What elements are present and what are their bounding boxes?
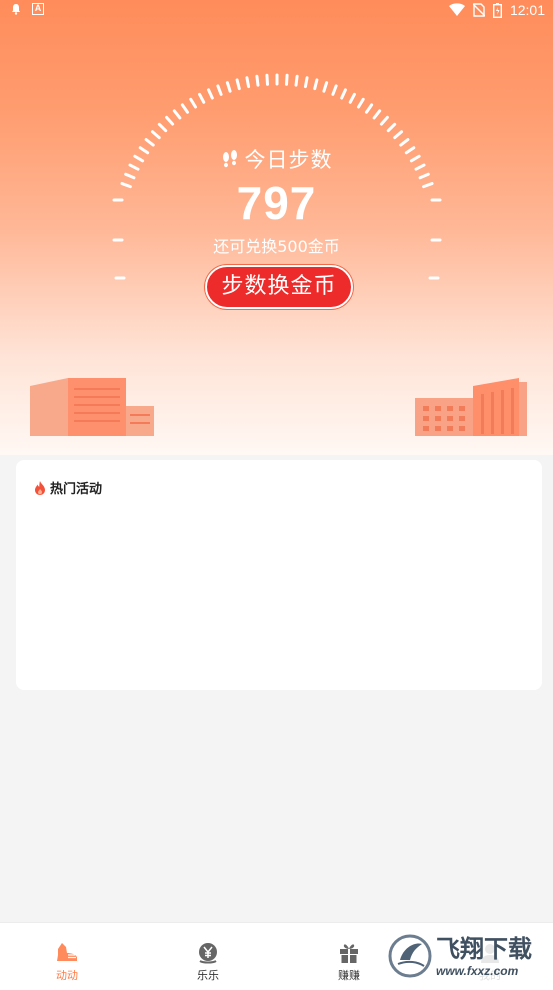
coins-available-text: 还可兑换500金币 <box>213 237 340 256</box>
hot-activities-header: 热门活动 <box>34 478 102 497</box>
svg-text:飞翔下载: 飞翔下载 <box>436 935 532 963</box>
dial-tick <box>348 92 356 104</box>
watermark-logo: 飞翔下载 www.fxxz.com <box>388 930 548 982</box>
dial-tick <box>235 78 241 91</box>
dial-tick <box>357 97 365 109</box>
dial-tick <box>313 78 319 91</box>
building-right-illustration <box>415 378 527 436</box>
footprints-icon <box>222 150 237 168</box>
dial-tick <box>225 81 232 93</box>
tab-zhuanzhuan[interactable]: 赚赚 <box>299 923 399 990</box>
dial-tick <box>207 88 214 100</box>
gift-icon <box>340 944 358 963</box>
dial-tick <box>172 109 182 120</box>
dial-tick <box>303 76 309 89</box>
dial-tick <box>386 122 397 133</box>
hot-activities-card: 热门活动 <box>16 460 542 690</box>
dial-tick <box>331 84 338 96</box>
convert-steps-button[interactable]: 步数换金币 <box>205 265 353 309</box>
tab-label-dongdong: 动动 <box>56 969 78 982</box>
dial-tick <box>294 74 299 87</box>
steps-title: 今日步数 <box>244 148 333 172</box>
fire-icon <box>35 480 45 495</box>
tab-label-lele: 乐乐 <box>197 969 219 982</box>
tab-dongdong[interactable]: 动动 <box>17 923 117 990</box>
dial-tick <box>198 92 206 104</box>
dial-tick <box>393 130 404 140</box>
dial-tick <box>265 73 269 86</box>
tab-lele[interactable]: 乐乐 <box>158 923 258 990</box>
dial-tick <box>245 76 251 89</box>
sneaker-icon <box>57 943 77 961</box>
dial-tick <box>322 81 329 93</box>
dial-tick <box>150 130 161 140</box>
dial-tick <box>340 88 347 100</box>
dial-tick <box>216 84 223 96</box>
dial-tick <box>165 115 175 126</box>
dial-tick <box>157 122 168 133</box>
dial-tick <box>364 103 374 114</box>
dial-tick <box>255 74 260 87</box>
building-left-illustration <box>30 378 154 436</box>
hot-activities-title: 热门活动 <box>50 482 103 497</box>
dial-tick <box>379 115 389 126</box>
svg-text:www.fxxz.com: www.fxxz.com <box>436 964 519 978</box>
hero-header: A 12:01 今日步数 797 还可兑换500金币 步数换金币 <box>0 0 553 455</box>
dial-tick <box>189 97 197 109</box>
tab-label-zhuanzhuan: 赚赚 <box>338 969 360 982</box>
dial-tick <box>180 103 190 114</box>
dial-tick <box>285 73 289 86</box>
steps-title-row: 今日步数 <box>0 144 553 174</box>
yen-coin-icon <box>199 943 217 964</box>
steps-count: 797 <box>236 177 317 229</box>
dial-tick <box>372 109 382 120</box>
